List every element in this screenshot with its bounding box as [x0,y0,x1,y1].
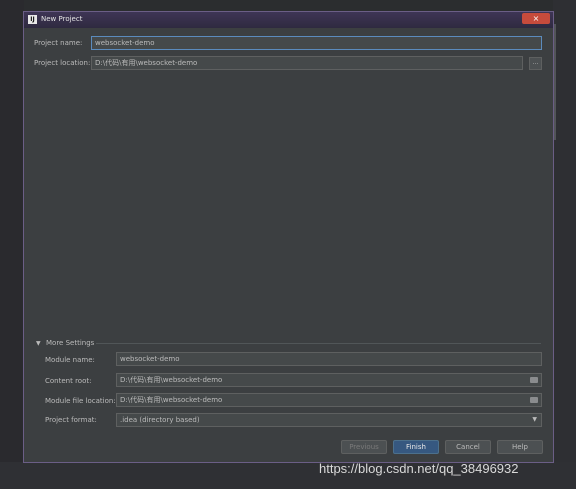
browse-location-button[interactable]: ... [529,57,542,70]
module-name-input[interactable]: websocket-demo [116,352,542,366]
background-left [0,0,24,489]
finish-button[interactable]: Finish [393,440,439,454]
cancel-button[interactable]: Cancel [445,440,491,454]
module-name-label: Module name: [45,356,95,364]
more-settings-separator [96,343,541,344]
previous-button[interactable]: Previous [341,440,387,454]
project-name-input[interactable]: websocket-demo [91,36,542,50]
new-project-dialog: IJ New Project × Project name: websocket… [23,11,554,463]
folder-icon[interactable] [530,397,538,403]
content-root-input[interactable]: D:\代码\有用\websocket-demo [116,373,542,387]
content-root-label: Content root: [45,377,92,385]
module-file-location-input[interactable]: D:\代码\有用\websocket-demo [116,393,542,407]
more-settings-toggle[interactable]: More Settings [46,339,94,347]
folder-icon[interactable] [530,377,538,383]
project-location-input[interactable]: D:\代码\有用\websocket-demo [91,56,523,70]
project-format-label: Project format: [45,416,97,424]
background-right [553,0,576,489]
content-root-value: D:\代码\有用\websocket-demo [120,376,223,384]
module-file-location-value: D:\代码\有用\websocket-demo [120,396,223,404]
title-bar[interactable]: IJ New Project × [24,12,553,28]
module-file-location-label: Module file location: [45,397,116,405]
close-button[interactable]: × [522,13,550,24]
project-location-label: Project location: [34,59,91,67]
watermark-url: https://blog.csdn.net/qq_38496932 [319,461,519,476]
project-format-value: .idea (directory based) [120,416,200,424]
intellij-app-icon: IJ [28,15,37,24]
expand-triangle-icon[interactable]: ▼ [36,340,41,347]
project-format-select[interactable]: .idea (directory based) ▼ [116,413,542,427]
help-button[interactable]: Help [497,440,543,454]
chevron-down-icon: ▼ [532,416,537,423]
dialog-title: New Project [41,15,83,23]
project-name-label: Project name: [34,39,83,47]
